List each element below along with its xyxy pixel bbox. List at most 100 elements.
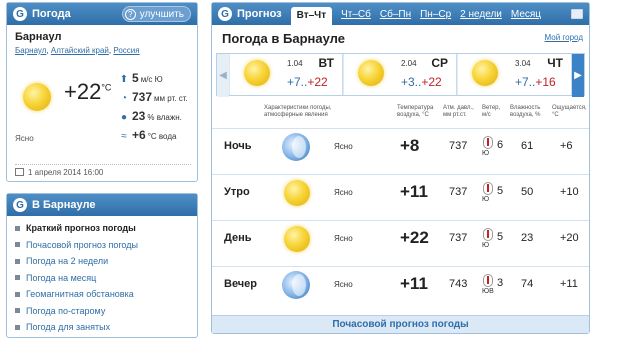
row-feels-like: +10 — [560, 186, 579, 198]
row-temperature: +22 — [400, 228, 429, 247]
timestamp-text: 1 апреля 2014 16:00 — [28, 168, 104, 177]
gismeteo-logo-icon: G — [218, 7, 232, 21]
row-pressure: 743 — [449, 278, 468, 290]
link-hourly-forecast[interactable]: Почасовой прогноз погоды — [15, 237, 197, 254]
wind-speed: 5 — [497, 231, 504, 243]
tab-tue-thu[interactable]: Вт–Чт — [290, 7, 333, 25]
wind-direction-icon — [483, 182, 493, 195]
day-card-thu[interactable]: 3.04 ЧТ +7..+16 — [458, 54, 572, 95]
breadcrumb: Барнаул, Алтайский край, Россия — [15, 46, 140, 55]
row-condition: Ясно — [334, 280, 353, 289]
row-humidity: 50 — [521, 186, 534, 198]
day-card-wed[interactable]: 2.04 СР +3..+22 — [344, 54, 457, 95]
gismeteo-logo-icon: G — [13, 198, 27, 212]
day-temp-high: +22 — [421, 75, 442, 89]
link-label: Почасовой прогноз погоды — [26, 239, 138, 250]
row-wind: ЮВ 3 — [482, 272, 512, 298]
table-row-day: День Ясно +22 737 Ю5 23 +20 — [212, 220, 589, 256]
wind-direction: Ю — [482, 242, 490, 249]
row-label: Ночь — [224, 140, 252, 152]
col-header-condition: Характеристики погоды, атмосферные явлен… — [264, 105, 332, 118]
tab-thu-sat[interactable]: Чт–Сб — [341, 9, 371, 20]
row-wind: Ю6 — [482, 134, 512, 160]
link-label: Погода по-старому — [26, 305, 106, 316]
col-header-feels: Ощущается, °С — [552, 105, 587, 118]
city-links-header: G В Барнауле — [7, 194, 197, 216]
current-weather-header: G Погода ? улучшить — [7, 3, 197, 25]
forecast-panel: G Прогноз Вт–Чт Чт–Сб Сб–Пн Пн–Ср 2 неде… — [211, 2, 590, 334]
current-weather-card: G Погода ? улучшить Барнаул Барнаул, Алт… — [6, 2, 198, 182]
sunny-icon — [358, 60, 384, 86]
wind-direction: Ю — [482, 150, 490, 157]
link-short-forecast[interactable]: Краткий прогноз погоды — [15, 220, 197, 237]
day-card-tue[interactable]: 1.04 ВТ +7..+22 — [230, 54, 343, 95]
clear-night-moon-icon — [282, 271, 310, 299]
wind-speed: 3 — [497, 277, 504, 289]
row-label: Утро — [224, 186, 250, 198]
table-row-morning: Утро Ясно +11 737 Ю5 50 +10 — [212, 174, 589, 210]
row-temperature: +11 — [400, 182, 428, 201]
row-wind: Ю5 — [482, 180, 512, 206]
wind-value: 5 — [132, 71, 139, 85]
forecast-tabs: G Прогноз Вт–Чт Чт–Сб Сб–Пн Пн–Ср 2 неде… — [218, 3, 541, 25]
row-condition: Ясно — [334, 188, 353, 197]
col-header-humidity: Влажность воздуха, % — [510, 105, 541, 118]
day-weekday: СР — [431, 56, 448, 70]
water-drop-icon: ● — [120, 112, 128, 123]
table-row-night: Ночь Ясно +8 737 Ю6 61 +6 — [212, 128, 589, 164]
current-temp-value: +22 — [64, 79, 102, 104]
link-for-busy[interactable]: Погода для занятых — [15, 319, 197, 336]
improve-button[interactable]: ? улучшить — [121, 6, 191, 22]
day-temp-low: +3.. — [401, 75, 422, 89]
row-label: День — [224, 232, 252, 244]
link-label: Погода для занятых — [26, 322, 111, 333]
col-header-wind: Ветер, м/с — [482, 105, 501, 118]
breadcrumb-country-link[interactable]: Россия — [113, 46, 139, 55]
breadcrumb-city-link[interactable]: Барнаул — [15, 46, 46, 55]
bullet-icon — [15, 324, 20, 330]
tab-two-weeks[interactable]: 2 недели — [460, 9, 502, 20]
current-stats: ⬆ 5 м/с Ю ◔ 737 мм рт. ст. ● 23% влажн. ≈ +6 °C… — [118, 71, 188, 147]
wind-speed: 5 — [497, 185, 504, 197]
my-city-link[interactable]: Мой город — [545, 33, 583, 42]
sunny-icon — [23, 83, 51, 111]
row-condition: Ясно — [334, 142, 353, 151]
next-days-arrow[interactable]: ▶ — [572, 54, 584, 97]
link-old-style[interactable]: Погода по-старому — [15, 303, 197, 320]
bullet-icon — [15, 258, 20, 264]
link-geomagnetic[interactable]: Геомагнитная обстановка — [15, 286, 197, 303]
day-temp-low: +7.. — [287, 75, 308, 89]
row-condition: Ясно — [334, 234, 353, 243]
hourly-forecast-link[interactable]: Почасовой прогноз погоды — [212, 315, 589, 333]
day-temp-range: +3..+22 — [401, 75, 442, 89]
breadcrumb-region-link[interactable]: Алтайский край — [51, 46, 109, 55]
tab-sat-mon[interactable]: Сб–Пн — [380, 9, 411, 20]
day-temp-high: +22 — [307, 75, 328, 89]
prev-days-arrow[interactable]: ◀ — [217, 54, 229, 97]
clear-night-moon-icon — [282, 133, 310, 161]
calendar-icon — [15, 168, 24, 176]
row-temperature: +8 — [400, 136, 420, 155]
link-two-weeks[interactable]: Погода на 2 недели — [15, 253, 197, 270]
forecast-tabs-bar: G Прогноз Вт–Чт Чт–Сб Сб–Пн Пн–Ср 2 неде… — [212, 3, 589, 25]
wind-direction: ЮВ — [482, 288, 494, 295]
tab-mon-wed[interactable]: Пн–Ср — [420, 9, 451, 20]
gismeteo-logo-icon: G — [13, 7, 27, 21]
link-label: Геомагнитная обстановка — [26, 289, 134, 300]
row-wind: Ю5 — [482, 226, 512, 252]
sunny-icon — [472, 60, 498, 86]
sunny-icon — [284, 226, 310, 252]
wind-arrow-icon: ⬆ — [119, 74, 129, 85]
bullet-icon — [15, 291, 20, 297]
day-weekday: ВТ — [318, 56, 334, 70]
day-temp-range: +7..+16 — [515, 75, 556, 89]
humidity-value: 23 — [132, 109, 146, 123]
row-temperature: +11 — [400, 274, 428, 293]
day-weekday: ЧТ — [547, 56, 563, 70]
wind-unit: м/с Ю — [140, 75, 163, 84]
tab-month[interactable]: Месяц — [511, 9, 541, 20]
print-icon[interactable] — [571, 9, 583, 19]
link-month[interactable]: Погода на месяц — [15, 270, 197, 287]
wind-speed: 6 — [497, 139, 504, 151]
pressure-stat: ◔ 737 мм рт. ст. — [118, 90, 188, 104]
